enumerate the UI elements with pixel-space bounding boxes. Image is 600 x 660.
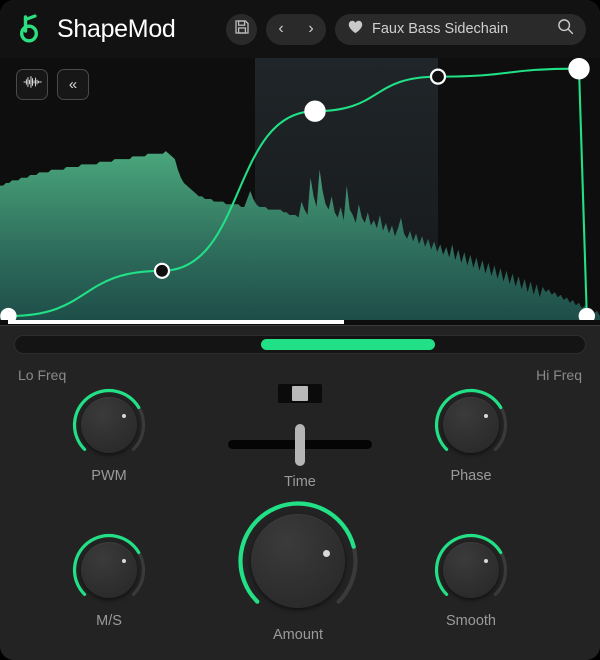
floppy-disk-icon xyxy=(234,19,250,40)
knob-ms-body[interactable] xyxy=(81,542,137,598)
knob-phase[interactable]: Phase xyxy=(434,388,508,484)
knob-phase-label: Phase xyxy=(450,468,492,484)
knob-ms[interactable]: M/S xyxy=(72,533,146,629)
time-control: Time xyxy=(228,384,372,490)
time-mode-toggle-knob[interactable] xyxy=(292,386,308,401)
knob-ms-dial[interactable] xyxy=(72,533,146,607)
time-label: Time xyxy=(284,474,316,490)
knob-smooth-body[interactable] xyxy=(443,542,499,598)
spectrum-envelope-graph[interactable]: « xyxy=(0,58,600,324)
plugin-window: ShapeMod ‹ › Faux Bass Sidechain « Lo Fr… xyxy=(0,0,600,660)
knob-pwm-dial[interactable] xyxy=(72,388,146,462)
curve-node[interactable] xyxy=(429,68,447,85)
double-chevron-left-icon: « xyxy=(68,76,78,93)
knob-phase-body[interactable] xyxy=(443,397,499,453)
waveform-view-button[interactable] xyxy=(16,69,48,100)
preset-name-label: Faux Bass Sidechain xyxy=(372,21,509,37)
chevron-right-icon[interactable]: › xyxy=(308,21,313,37)
knob-pwm-label: PWM xyxy=(91,468,127,484)
graph-toolbar: « xyxy=(16,69,89,100)
time-slider[interactable] xyxy=(228,420,372,468)
knob-smooth-dial[interactable] xyxy=(434,533,508,607)
frequency-range-slider[interactable] xyxy=(14,335,586,354)
app-title: ShapeMod xyxy=(57,14,176,43)
time-mode-toggle[interactable] xyxy=(278,384,322,403)
lo-freq-label: Lo Freq xyxy=(18,367,67,383)
control-panel: Lo Freq Hi Freq PWM Phase M/S Smooth Amount … xyxy=(0,325,600,660)
preset-nav-group: ‹ › xyxy=(266,13,326,45)
header-controls: ‹ › Faux Bass Sidechain xyxy=(226,13,586,45)
knob-amount-body[interactable] xyxy=(251,514,345,608)
save-preset-button[interactable] xyxy=(226,13,257,45)
hi-freq-label: Hi Freq xyxy=(536,367,582,383)
search-icon[interactable] xyxy=(557,18,574,40)
knob-phase-dial[interactable] xyxy=(434,388,508,462)
knob-smooth-label: Smooth xyxy=(446,613,496,629)
time-slider-handle[interactable] xyxy=(295,424,305,466)
shapemod-logo-icon xyxy=(14,12,48,46)
waveform-icon xyxy=(22,75,42,94)
heart-icon[interactable] xyxy=(348,20,363,39)
graph-canvas xyxy=(0,58,600,324)
header-bar: ShapeMod ‹ › Faux Bass Sidechain xyxy=(0,0,600,58)
brand: ShapeMod xyxy=(14,12,176,46)
knob-amount[interactable]: Amount xyxy=(238,501,358,643)
knob-amount-label: Amount xyxy=(273,627,323,643)
graph-scrollbar-thumb[interactable] xyxy=(7,320,344,324)
collapse-panel-button[interactable]: « xyxy=(57,69,89,100)
curve-node[interactable] xyxy=(568,58,590,80)
knob-smooth-indicator xyxy=(483,558,489,564)
frequency-range-fill[interactable] xyxy=(260,339,436,350)
chevron-left-icon[interactable]: ‹ xyxy=(278,21,283,37)
knob-amount-indicator xyxy=(322,550,330,558)
knob-pwm-body[interactable] xyxy=(81,397,137,453)
knob-smooth[interactable]: Smooth xyxy=(434,533,508,629)
knob-phase-indicator xyxy=(483,413,489,419)
knob-amount-dial[interactable] xyxy=(238,501,358,621)
curve-node[interactable] xyxy=(153,262,171,279)
knob-pwm[interactable]: PWM xyxy=(72,388,146,484)
knob-ms-indicator xyxy=(121,558,127,564)
curve-node[interactable] xyxy=(304,100,326,122)
knob-pwm-indicator xyxy=(121,413,127,419)
knob-ms-label: M/S xyxy=(96,613,122,629)
preset-selector[interactable]: Faux Bass Sidechain xyxy=(335,13,586,45)
